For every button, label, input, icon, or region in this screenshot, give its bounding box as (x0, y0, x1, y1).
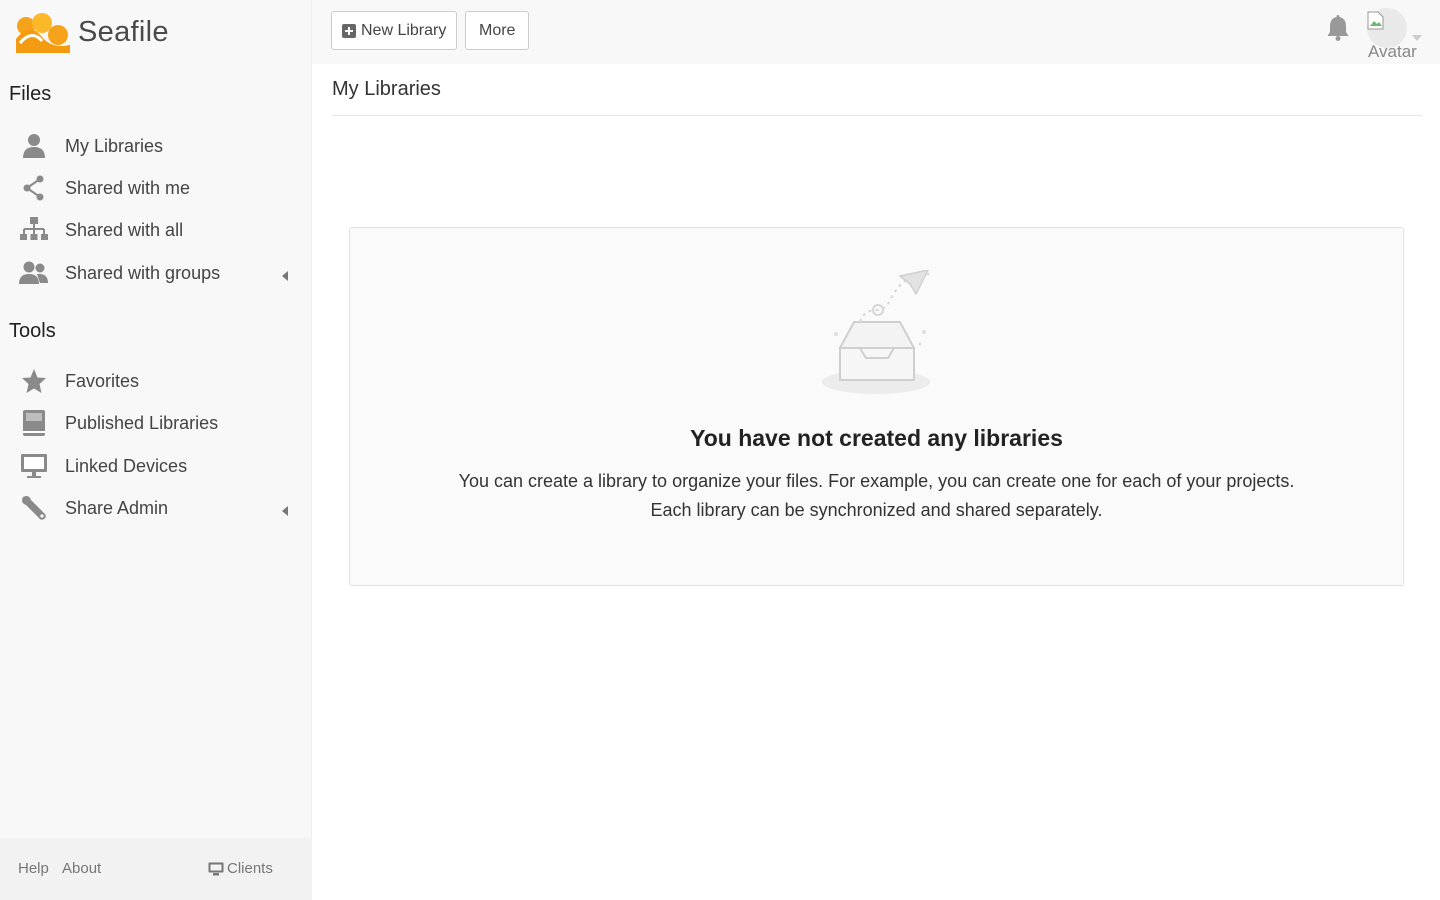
app-name: Seafile (78, 15, 169, 48)
clients-link[interactable]: Clients (208, 860, 273, 877)
new-library-button[interactable]: New Library (331, 11, 458, 50)
top-toolbar: New Library More Avatar (312, 0, 1440, 64)
sidebar-item-favorites[interactable]: Favorites (0, 361, 312, 401)
sidebar-item-label: Shared with all (65, 219, 184, 240)
desktop-icon (208, 862, 224, 875)
sidebar-item-label: Share Admin (65, 497, 169, 518)
sitemap-icon (18, 216, 50, 244)
plus-square-icon (342, 23, 356, 38)
notification-bell-icon[interactable] (1327, 14, 1349, 47)
empty-inbox-illustration (822, 270, 930, 394)
clients-label: Clients (227, 860, 273, 877)
sidebar-item-label: Shared with me (65, 177, 191, 198)
monitor-icon (18, 453, 50, 479)
more-button[interactable]: More (465, 11, 530, 50)
page-title: My Libraries (332, 78, 441, 100)
sidebar-item-published-libraries[interactable]: Published Libraries (0, 403, 312, 443)
files-heading: Files (9, 83, 52, 105)
sidebar-item-shared-with-all[interactable]: Shared with all (0, 210, 312, 250)
book-icon (18, 409, 50, 437)
empty-state-description-line-2: Each library can be synchronized and sha… (650, 500, 1103, 520)
caret-left-icon (282, 268, 289, 286)
seafile-logo[interactable]: Seafile (12, 8, 169, 56)
wrench-icon (18, 494, 50, 522)
empty-state-title: You have not created any libraries (690, 425, 1063, 451)
sidebar-item-my-libraries[interactable]: My Libraries (0, 126, 312, 166)
sidebar-item-linked-devices[interactable]: Linked Devices (0, 446, 312, 486)
title-divider (332, 115, 1422, 116)
about-link[interactable]: About (62, 860, 101, 877)
empty-state-description-line-1: You can create a library to organize you… (458, 471, 1295, 491)
help-link[interactable]: Help (18, 860, 49, 877)
user-icon (18, 133, 50, 159)
broken-image-icon (1367, 11, 1384, 30)
tools-heading: Tools (9, 320, 56, 342)
new-library-label: New Library (361, 21, 447, 39)
sidebar-footer: Help About Clients (0, 838, 312, 900)
share-icon (18, 175, 50, 201)
seafile-logo-icon (16, 13, 70, 53)
sidebar-item-label: Shared with groups (65, 262, 221, 283)
empty-state-panel: You have not created any libraries You c… (349, 227, 1404, 586)
sidebar-item-shared-with-groups[interactable]: Shared with groups (0, 253, 312, 293)
caret-down-icon[interactable] (1412, 28, 1422, 46)
more-label: More (479, 21, 516, 39)
sidebar-item-shared-with-me[interactable]: Shared with me (0, 168, 312, 208)
avatar-alt-text: Avatar (1368, 42, 1417, 61)
sidebar-item-label: Published Libraries (65, 412, 219, 433)
sidebar-item-label: Favorites (65, 370, 140, 391)
sidebar-item-share-admin[interactable]: Share Admin (0, 488, 312, 528)
sidebar-item-label: My Libraries (65, 135, 164, 156)
sidebar-item-label: Linked Devices (65, 455, 188, 476)
star-icon (18, 368, 50, 394)
caret-left-icon (282, 503, 289, 521)
sidebar: Seafile Files My Libraries Shared with m… (0, 0, 312, 900)
group-icon (18, 260, 50, 286)
